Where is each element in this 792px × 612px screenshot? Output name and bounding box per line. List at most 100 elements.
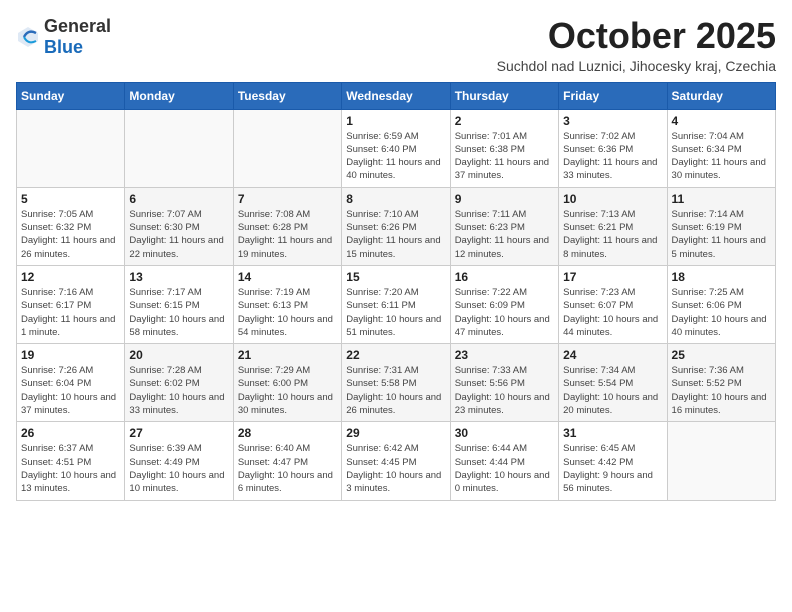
day-number: 11 xyxy=(672,192,771,206)
calendar-cell xyxy=(125,109,233,187)
logo-blue: Blue xyxy=(44,37,83,57)
day-info: Sunrise: 7:11 AM Sunset: 6:23 PM Dayligh… xyxy=(455,208,554,261)
day-number: 27 xyxy=(129,426,228,440)
calendar-cell: 29 Sunrise: 6:42 AM Sunset: 4:45 PM Dayli… xyxy=(342,422,450,500)
day-number: 9 xyxy=(455,192,554,206)
month-title: October 2025 xyxy=(497,16,776,56)
calendar-table: SundayMondayTuesdayWednesdayThursdayFrid… xyxy=(16,82,776,501)
day-info: Sunrise: 7:28 AM Sunset: 6:02 PM Dayligh… xyxy=(129,364,228,417)
logo-text: General Blue xyxy=(44,16,111,58)
day-info: Sunrise: 7:31 AM Sunset: 5:58 PM Dayligh… xyxy=(346,364,445,417)
calendar-cell: 15Sunrise: 7:20 AM Sunset: 6:11 PM Dayli… xyxy=(342,265,450,343)
calendar-cell xyxy=(17,109,125,187)
day-number: 25 xyxy=(672,348,771,362)
calendar-cell: 24 Sunrise: 7:34 AM Sunset: 5:54 PM Dayli… xyxy=(559,344,667,422)
day-info: Sunrise: 7:02 AM Sunset: 6:36 PM Dayligh… xyxy=(563,130,662,183)
day-number: 19 xyxy=(21,348,120,362)
day-number: 16 xyxy=(455,270,554,284)
calendar-cell: 3 Sunrise: 7:02 AM Sunset: 6:36 PM Daylig… xyxy=(559,109,667,187)
day-info: Sunrise: 7:01 AM Sunset: 6:38 PM Dayligh… xyxy=(455,130,554,183)
calendar-cell: 17 Sunrise: 7:23 AM Sunset: 6:07 PM Dayli… xyxy=(559,265,667,343)
day-number: 20 xyxy=(129,348,228,362)
calendar-cell: 11 Sunrise: 7:14 AM Sunset: 6:19 PM Dayli… xyxy=(667,187,775,265)
logo-icon xyxy=(16,25,40,49)
calendar-cell: 30 Sunrise: 6:44 AM Sunset: 4:44 PM Dayli… xyxy=(450,422,558,500)
calendar-cell: 6 Sunrise: 7:07 AM Sunset: 6:30 PM Daylig… xyxy=(125,187,233,265)
day-info: Sunrise: 7:07 AM Sunset: 6:30 PM Dayligh… xyxy=(129,208,228,261)
calendar-cell: 5 Sunrise: 7:05 AM Sunset: 6:32 PM Daylig… xyxy=(17,187,125,265)
calendar-cell: 23 Sunrise: 7:33 AM Sunset: 5:56 PM Dayli… xyxy=(450,344,558,422)
day-info: Sunrise: 6:40 AM Sunset: 4:47 PM Dayligh… xyxy=(238,442,337,495)
day-info: Sunrise: 7:22 AM Sunset: 6:09 PM Dayligh… xyxy=(455,286,554,339)
day-info: Sunrise: 7:16 AM Sunset: 6:17 PM Dayligh… xyxy=(21,286,120,339)
calendar-cell: 13 Sunrise: 7:17 AM Sunset: 6:15 PM Dayli… xyxy=(125,265,233,343)
page-header: General Blue October 2025 Suchdol nad Lu… xyxy=(16,16,776,74)
calendar-cell: 25 Sunrise: 7:36 AM Sunset: 5:52 PM Dayli… xyxy=(667,344,775,422)
day-info: Sunrise: 7:10 AM Sunset: 6:26 PM Dayligh… xyxy=(346,208,445,261)
day-info: Sunrise: 7:05 AM Sunset: 6:32 PM Dayligh… xyxy=(21,208,120,261)
day-info: Sunrise: 7:34 AM Sunset: 5:54 PM Dayligh… xyxy=(563,364,662,417)
day-number: 26 xyxy=(21,426,120,440)
location-subtitle: Suchdol nad Luznici, Jihocesky kraj, Cze… xyxy=(497,58,776,74)
day-number: 28 xyxy=(238,426,337,440)
calendar-cell: 10Sunrise: 7:13 AM Sunset: 6:21 PM Dayli… xyxy=(559,187,667,265)
day-info: Sunrise: 7:14 AM Sunset: 6:19 PM Dayligh… xyxy=(672,208,771,261)
day-number: 4 xyxy=(672,114,771,128)
day-number: 12 xyxy=(21,270,120,284)
weekday-header-row: SundayMondayTuesdayWednesdayThursdayFrid… xyxy=(17,82,776,109)
day-info: Sunrise: 7:36 AM Sunset: 5:52 PM Dayligh… xyxy=(672,364,771,417)
day-number: 3 xyxy=(563,114,662,128)
weekday-header-thursday: Thursday xyxy=(450,82,558,109)
calendar-week-row: 26 Sunrise: 6:37 AM Sunset: 4:51 PM Dayli… xyxy=(17,422,776,500)
logo-general: General xyxy=(44,16,111,36)
day-number: 24 xyxy=(563,348,662,362)
day-number: 13 xyxy=(129,270,228,284)
calendar-week-row: 5 Sunrise: 7:05 AM Sunset: 6:32 PM Daylig… xyxy=(17,187,776,265)
calendar-cell: 12 Sunrise: 7:16 AM Sunset: 6:17 PM Dayli… xyxy=(17,265,125,343)
day-number: 6 xyxy=(129,192,228,206)
calendar-week-row: 19 Sunrise: 7:26 AM Sunset: 6:04 PM Dayli… xyxy=(17,344,776,422)
day-info: Sunrise: 6:37 AM Sunset: 4:51 PM Dayligh… xyxy=(21,442,120,495)
logo: General Blue xyxy=(16,16,111,58)
calendar-cell: 31 Sunrise: 6:45 AM Sunset: 4:42 PM Dayli… xyxy=(559,422,667,500)
day-info: Sunrise: 7:23 AM Sunset: 6:07 PM Dayligh… xyxy=(563,286,662,339)
day-info: Sunrise: 6:59 AM Sunset: 6:40 PM Dayligh… xyxy=(346,130,445,183)
day-number: 18 xyxy=(672,270,771,284)
day-number: 17 xyxy=(563,270,662,284)
day-info: Sunrise: 7:04 AM Sunset: 6:34 PM Dayligh… xyxy=(672,130,771,183)
calendar-cell: 8 Sunrise: 7:10 AM Sunset: 6:26 PM Daylig… xyxy=(342,187,450,265)
weekday-header-tuesday: Tuesday xyxy=(233,82,341,109)
calendar-cell: 26 Sunrise: 6:37 AM Sunset: 4:51 PM Dayli… xyxy=(17,422,125,500)
day-number: 23 xyxy=(455,348,554,362)
calendar-week-row: 1 Sunrise: 6:59 AM Sunset: 6:40 PM Daylig… xyxy=(17,109,776,187)
day-info: Sunrise: 6:45 AM Sunset: 4:42 PM Dayligh… xyxy=(563,442,662,495)
day-info: Sunrise: 7:19 AM Sunset: 6:13 PM Dayligh… xyxy=(238,286,337,339)
calendar-cell: 1 Sunrise: 6:59 AM Sunset: 6:40 PM Daylig… xyxy=(342,109,450,187)
day-info: Sunrise: 6:44 AM Sunset: 4:44 PM Dayligh… xyxy=(455,442,554,495)
day-number: 5 xyxy=(21,192,120,206)
day-info: Sunrise: 7:17 AM Sunset: 6:15 PM Dayligh… xyxy=(129,286,228,339)
day-number: 15 xyxy=(346,270,445,284)
day-info: Sunrise: 7:26 AM Sunset: 6:04 PM Dayligh… xyxy=(21,364,120,417)
day-number: 31 xyxy=(563,426,662,440)
title-section: October 2025 Suchdol nad Luznici, Jihoce… xyxy=(497,16,776,74)
calendar-cell: 9 Sunrise: 7:11 AM Sunset: 6:23 PM Daylig… xyxy=(450,187,558,265)
day-info: Sunrise: 7:33 AM Sunset: 5:56 PM Dayligh… xyxy=(455,364,554,417)
calendar-cell: 27Sunrise: 6:39 AM Sunset: 4:49 PM Dayli… xyxy=(125,422,233,500)
calendar-cell xyxy=(233,109,341,187)
day-number: 8 xyxy=(346,192,445,206)
day-info: Sunrise: 7:08 AM Sunset: 6:28 PM Dayligh… xyxy=(238,208,337,261)
day-number: 30 xyxy=(455,426,554,440)
calendar-cell: 28 Sunrise: 6:40 AM Sunset: 4:47 PM Dayli… xyxy=(233,422,341,500)
calendar-cell: 2 Sunrise: 7:01 AM Sunset: 6:38 PM Daylig… xyxy=(450,109,558,187)
day-number: 29 xyxy=(346,426,445,440)
day-number: 1 xyxy=(346,114,445,128)
calendar-cell: 22Sunrise: 7:31 AM Sunset: 5:58 PM Dayli… xyxy=(342,344,450,422)
day-info: Sunrise: 6:42 AM Sunset: 4:45 PM Dayligh… xyxy=(346,442,445,495)
weekday-header-monday: Monday xyxy=(125,82,233,109)
day-info: Sunrise: 7:29 AM Sunset: 6:00 PM Dayligh… xyxy=(238,364,337,417)
calendar-cell: 19 Sunrise: 7:26 AM Sunset: 6:04 PM Dayli… xyxy=(17,344,125,422)
day-number: 2 xyxy=(455,114,554,128)
day-info: Sunrise: 7:13 AM Sunset: 6:21 PM Dayligh… xyxy=(563,208,662,261)
day-info: Sunrise: 7:25 AM Sunset: 6:06 PM Dayligh… xyxy=(672,286,771,339)
